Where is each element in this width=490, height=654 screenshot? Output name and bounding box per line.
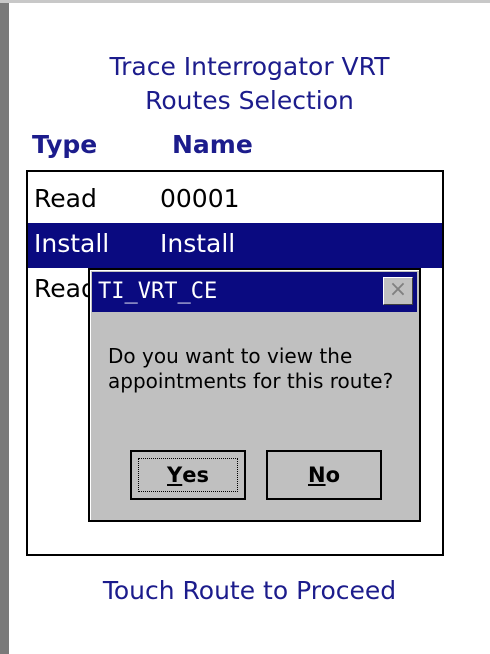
- yes-label-rest: es: [182, 463, 209, 487]
- route-row-2[interactable]: Install Install: [28, 223, 442, 268]
- no-label-rest: o: [325, 463, 340, 487]
- window-left-edge: [0, 0, 9, 654]
- yes-accelerator: Y: [167, 463, 183, 487]
- close-button[interactable]: ×: [383, 277, 413, 305]
- route-name: 00001: [160, 184, 240, 213]
- confirm-dialog: TI_VRT_CE × Do you want to view the appo…: [88, 268, 421, 522]
- dialog-titlebar[interactable]: TI_VRT_CE ×: [92, 272, 417, 312]
- route-row-1[interactable]: Read 00001: [28, 178, 442, 223]
- page-title: Trace Interrogator VRT Routes Selection: [9, 50, 490, 118]
- title-line-2: Routes Selection: [145, 86, 354, 115]
- footer-instruction: Touch Route to Proceed: [102, 576, 397, 605]
- no-button[interactable]: No: [266, 450, 382, 500]
- close-icon: ×: [388, 277, 408, 302]
- window-top-edge: [0, 0, 490, 3]
- yes-button[interactable]: Yes: [130, 450, 246, 500]
- column-header-type: Type: [32, 130, 98, 159]
- title-line-1: Trace Interrogator VRT: [109, 52, 390, 81]
- column-header-name: Name: [172, 130, 253, 159]
- no-accelerator: N: [307, 463, 326, 487]
- route-type: Read: [34, 184, 97, 213]
- dialog-message: Do you want to view the appointments for…: [108, 344, 394, 393]
- route-name: Install: [160, 229, 236, 258]
- route-type: Install: [34, 229, 110, 258]
- dialog-title: TI_VRT_CE: [98, 279, 218, 304]
